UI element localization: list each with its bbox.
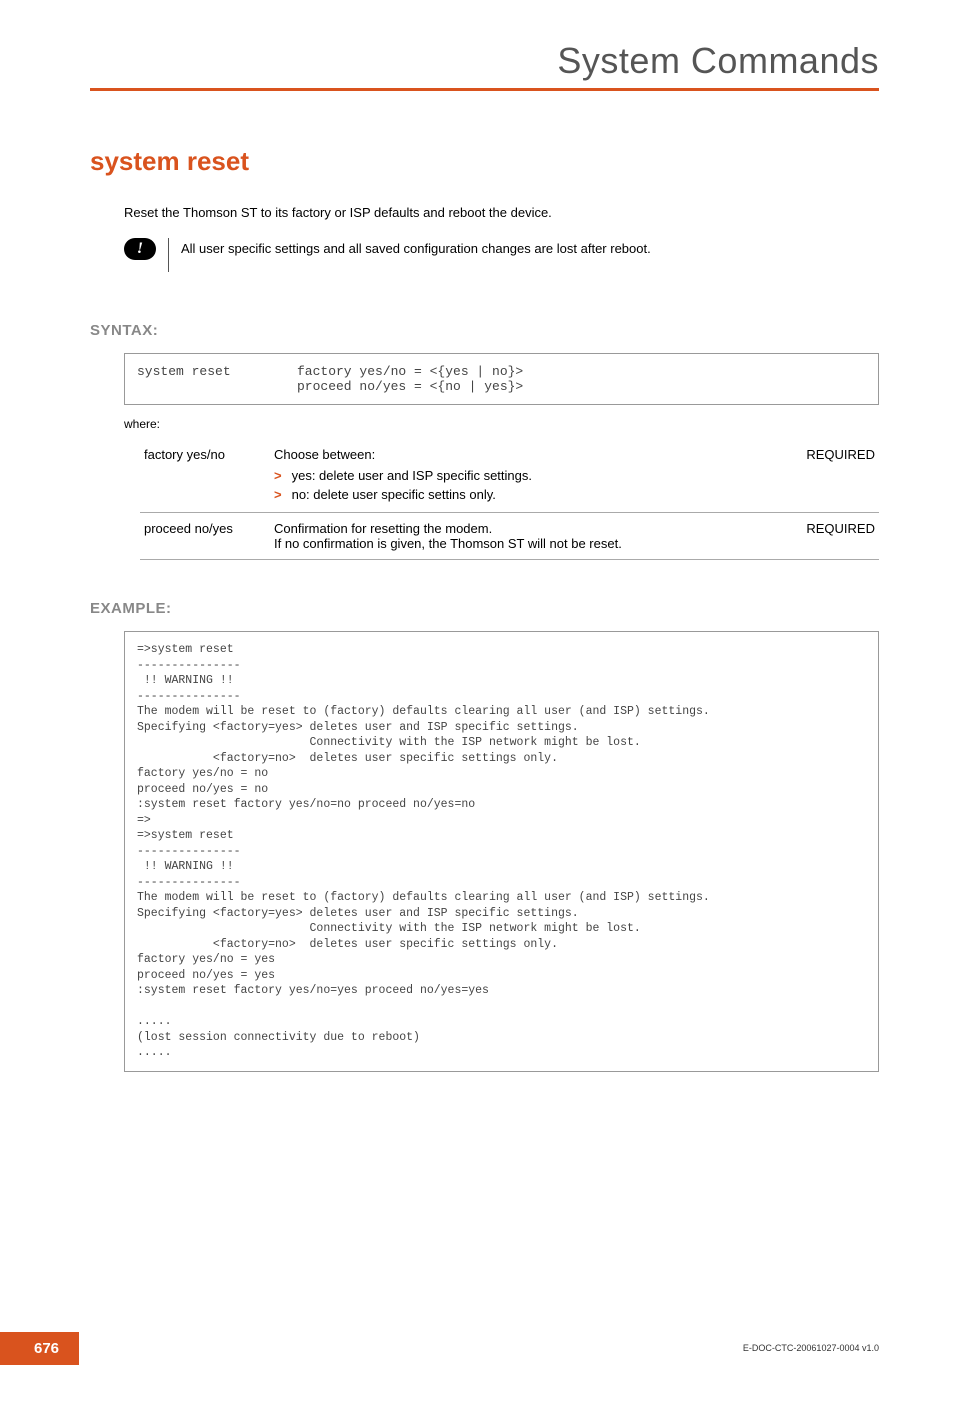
callout-separator xyxy=(168,238,169,272)
document-id: E-DOC-CTC-20061027-0004 v1.0 xyxy=(743,1343,879,1353)
command-title: system reset xyxy=(90,146,879,177)
param-desc-intro: Choose between: xyxy=(274,447,375,462)
param-bullets: >yes: delete user and ISP specific setti… xyxy=(274,466,775,504)
table-row: proceed no/yes Confirmation for resettin… xyxy=(140,513,879,560)
page-footer: 676 E-DOC-CTC-20061027-0004 v1.0 xyxy=(90,1332,879,1365)
bullet-icon: > xyxy=(274,468,282,483)
page-number: 676 xyxy=(0,1332,79,1365)
page-container: System Commands system reset Reset the T… xyxy=(0,0,954,1405)
list-item: >yes: delete user and ISP specific setti… xyxy=(274,466,775,485)
param-name: proceed no/yes xyxy=(140,513,270,560)
exclamation-icon: ! xyxy=(124,238,156,260)
param-desc: Confirmation for resetting the modem. If… xyxy=(270,513,779,560)
page-header-title: System Commands xyxy=(90,40,879,82)
warning-callout: ! All user specific settings and all sav… xyxy=(124,238,879,272)
params-table: factory yes/no Choose between: >yes: del… xyxy=(140,439,879,560)
param-required: REQUIRED xyxy=(779,513,879,560)
list-item: >no: delete user specific settins only. xyxy=(274,485,775,504)
bullet-icon: > xyxy=(274,487,282,502)
example-heading: EXAMPLE: xyxy=(90,600,879,617)
syntax-args: factory yes/no = <{yes | no}> proceed no… xyxy=(297,364,523,394)
header-rule xyxy=(90,88,879,91)
param-required: REQUIRED xyxy=(779,439,879,513)
where-label: where: xyxy=(124,417,879,431)
command-intro: Reset the Thomson ST to its factory or I… xyxy=(124,205,879,220)
param-desc: Choose between: >yes: delete user and IS… xyxy=(270,439,779,513)
example-box: =>system reset --------------- !! WARNIN… xyxy=(124,631,879,1072)
syntax-command: system reset xyxy=(137,364,297,394)
syntax-heading: SYNTAX: xyxy=(90,322,879,339)
table-row: factory yes/no Choose between: >yes: del… xyxy=(140,439,879,513)
param-name: factory yes/no xyxy=(140,439,270,513)
syntax-box: system reset factory yes/no = <{yes | no… xyxy=(124,353,879,405)
callout-text: All user specific settings and all saved… xyxy=(181,238,651,256)
